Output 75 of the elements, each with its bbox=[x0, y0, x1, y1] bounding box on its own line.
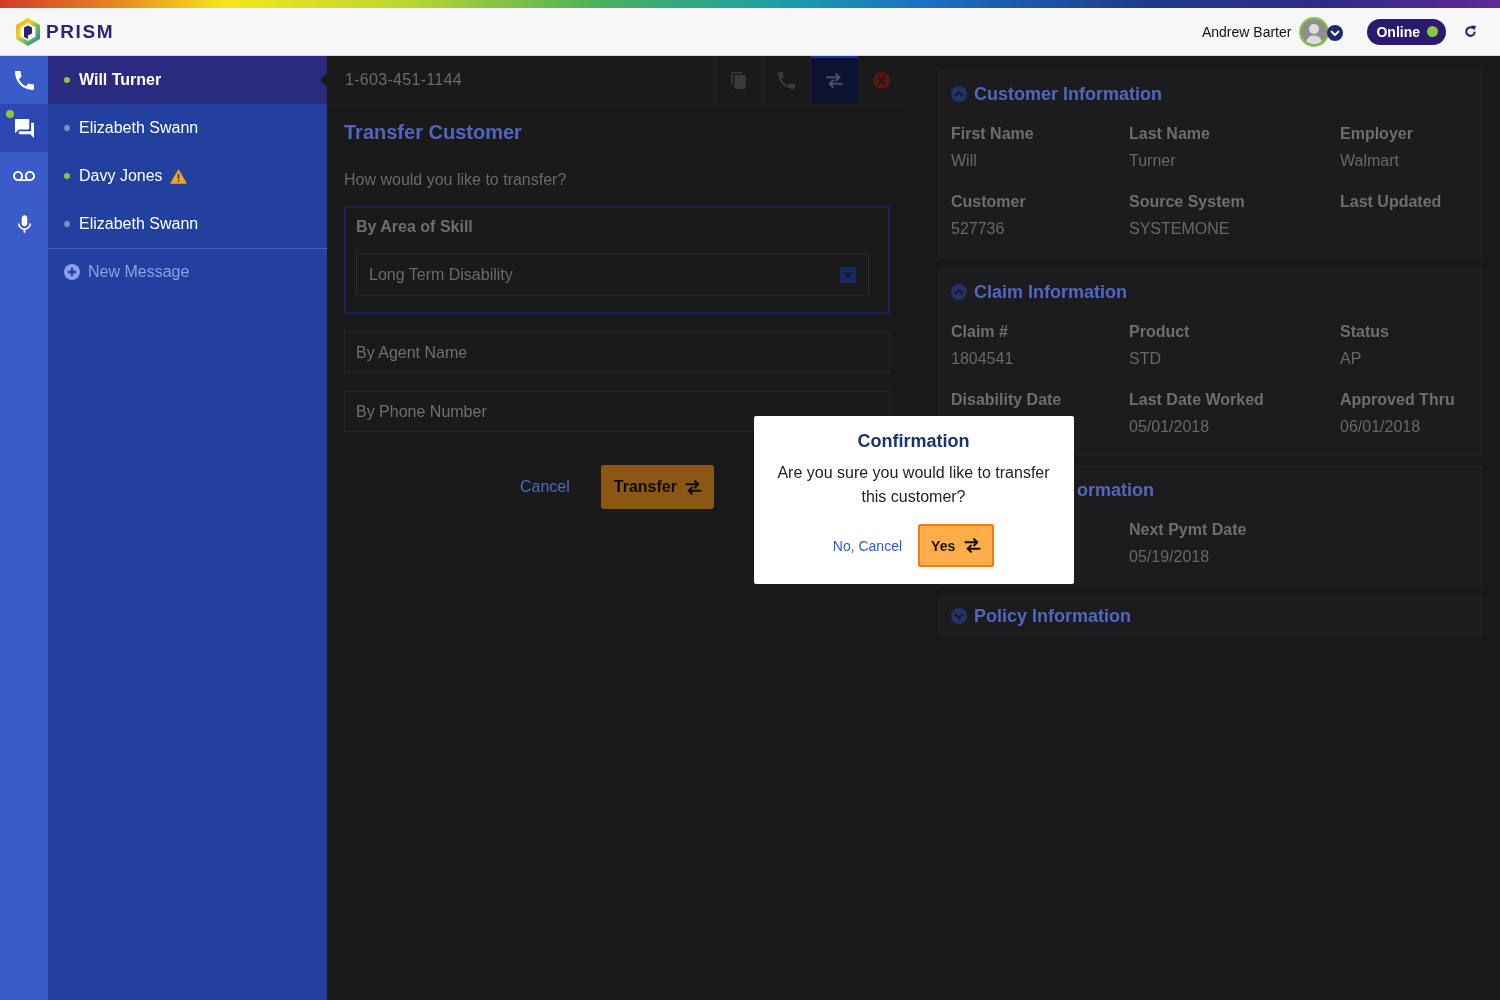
phone-number: 1-603-451-1144 bbox=[344, 70, 463, 90]
voicemail-icon bbox=[13, 171, 35, 181]
hexagon-logo-icon bbox=[16, 17, 40, 46]
conversation-item[interactable]: Elizabeth Swann bbox=[48, 200, 327, 248]
contact-name: Elizabeth Swann bbox=[79, 215, 199, 233]
dropdown-chevron-icon[interactable] bbox=[1327, 24, 1344, 41]
section-title: Policy Information bbox=[974, 605, 1132, 627]
transfer-option[interactable]: By Agent Name bbox=[344, 332, 890, 373]
plus-circle-icon bbox=[64, 264, 80, 280]
field-value: 05/01/2018 bbox=[1129, 417, 1210, 437]
new-message-button[interactable]: New Message bbox=[48, 249, 190, 295]
field-value: 05/19/2018 bbox=[1129, 547, 1210, 567]
transfer-option[interactable]: By Area of Skill Long Term Disability bbox=[344, 206, 890, 314]
field-label: Source System bbox=[1129, 192, 1245, 212]
field-label: Product bbox=[1129, 322, 1190, 342]
field-label: Employer bbox=[1340, 124, 1413, 144]
collapse-chevron-icon[interactable] bbox=[951, 86, 967, 102]
phone-icon bbox=[778, 71, 795, 89]
field-value: Walmart bbox=[1340, 151, 1399, 171]
swap-arrows-icon bbox=[684, 479, 702, 495]
conversation-item[interactable]: Will Turner bbox=[48, 56, 327, 104]
field-label: Customer bbox=[951, 192, 1026, 212]
brand-name: PRISM bbox=[46, 20, 115, 43]
cancel-button[interactable]: No, Cancel bbox=[832, 537, 903, 554]
microphone-icon bbox=[17, 215, 31, 233]
expand-chevron-icon[interactable] bbox=[951, 608, 967, 624]
field-value: 1804541 bbox=[951, 349, 1014, 369]
swap-arrows-icon bbox=[964, 538, 982, 553]
contact-name: Elizabeth Swann bbox=[79, 119, 199, 137]
field-value: Will bbox=[951, 151, 977, 171]
field-label: First Name bbox=[951, 124, 1034, 144]
copy-icon bbox=[730, 71, 747, 89]
nav-tab[interactable] bbox=[0, 104, 48, 152]
dropdown-value: Long Term Disability bbox=[369, 265, 513, 284]
conversation-item[interactable]: Davy Jones bbox=[48, 152, 327, 200]
cancel-button[interactable]: Cancel bbox=[520, 478, 570, 496]
option-label: By Area of Skill bbox=[356, 217, 473, 237]
field-label: Claim # bbox=[951, 322, 1008, 342]
chat-bubbles-icon bbox=[14, 118, 34, 138]
field-label: Next Pymt Date bbox=[1129, 520, 1247, 540]
section-title: ormation bbox=[1077, 479, 1154, 501]
field-value: 06/01/2018 bbox=[1340, 417, 1421, 437]
field-value: STD bbox=[1129, 349, 1161, 369]
confirm-button[interactable]: Yes bbox=[918, 524, 995, 567]
transfer-button[interactable] bbox=[810, 56, 858, 104]
field-value: Turner bbox=[1129, 151, 1176, 171]
section-title: Claim Information bbox=[974, 281, 1127, 303]
section-title: Customer Information bbox=[974, 83, 1162, 105]
dropdown-caret-icon bbox=[840, 266, 856, 283]
field-label: Disability Date bbox=[951, 390, 1062, 410]
field-label: Last Name bbox=[1129, 124, 1210, 144]
field-label: Status bbox=[1340, 322, 1389, 342]
dialog-message: Are you sure you would like to transfer this customer? bbox=[776, 463, 1051, 507]
user-silhouette-icon bbox=[1299, 16, 1330, 47]
panel-title: Transfer Customer bbox=[344, 120, 522, 144]
user-name: Andrew Barter bbox=[1201, 23, 1292, 40]
refresh-icon[interactable] bbox=[1464, 25, 1477, 38]
field-label: Last Updated bbox=[1340, 192, 1442, 212]
skill-dropdown[interactable]: Long Term Disability bbox=[356, 253, 869, 296]
transfer-submit-button[interactable]: Transfer bbox=[600, 465, 714, 509]
field-value: SYSTEMONE bbox=[1129, 219, 1230, 239]
field-label: Last Date Worked bbox=[1129, 390, 1264, 410]
status-button[interactable]: Online bbox=[1367, 18, 1446, 45]
dialog-title: Confirmation bbox=[856, 430, 971, 452]
field-value: AP bbox=[1340, 349, 1362, 369]
field-label: Approved Thru bbox=[1340, 390, 1455, 410]
phone-icon bbox=[14, 70, 34, 90]
close-icon bbox=[873, 71, 890, 89]
collapse-chevron-icon[interactable] bbox=[951, 284, 967, 300]
contact-name: Will Turner bbox=[79, 71, 162, 89]
prompt-text: How would you like to transfer? bbox=[344, 170, 567, 190]
conversation-item[interactable]: Elizabeth Swann bbox=[48, 104, 327, 152]
field-value: 527736 bbox=[951, 219, 1005, 239]
swap-arrows-icon bbox=[826, 71, 843, 89]
contact-name: Davy Jones bbox=[79, 167, 163, 185]
